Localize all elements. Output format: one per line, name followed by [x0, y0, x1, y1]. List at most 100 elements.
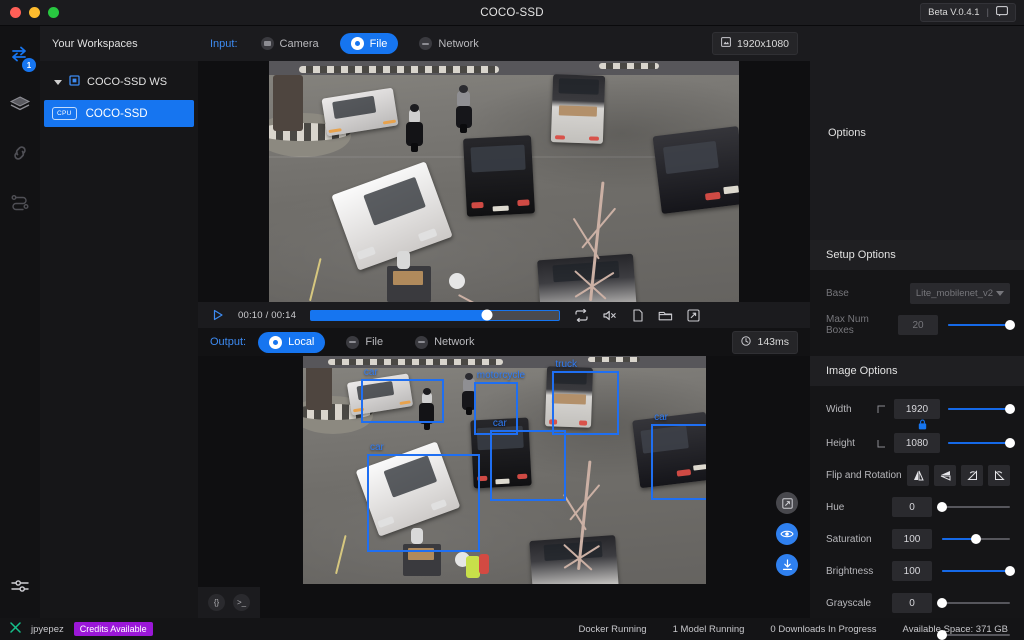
base-select[interactable]: Lite_mobilenet_v2 — [910, 283, 1010, 304]
output-tab-file[interactable]: File — [335, 332, 394, 353]
detection-overlay: carmotorcycletruckcarcarcar — [303, 356, 706, 584]
input-tab-network-label: Network — [438, 38, 478, 50]
input-tab-file[interactable]: File — [340, 33, 399, 54]
minimize-window-button[interactable] — [29, 7, 40, 18]
network-icon — [419, 37, 432, 50]
credits-badge[interactable]: Credits Available — [74, 622, 153, 636]
detection-label: car — [654, 412, 668, 423]
maximize-window-button[interactable] — [48, 7, 59, 18]
volume-muted-icon[interactable] — [603, 309, 618, 322]
input-tab-camera[interactable]: Camera — [250, 33, 330, 54]
adjust-slider[interactable] — [942, 497, 1010, 517]
output-tab-local-label: Local — [288, 336, 314, 348]
input-resolution-badge[interactable]: 1920x1080 — [712, 32, 798, 55]
output-tab-local[interactable]: Local — [258, 332, 325, 353]
camera-icon — [261, 37, 274, 50]
workspaces-header: Your Workspaces — [40, 26, 198, 61]
adjust-slider[interactable] — [942, 593, 1010, 613]
output-label: Output: — [210, 336, 246, 348]
input-resolution-label: 1920x1080 — [737, 38, 789, 50]
max-num-boxes-slider[interactable] — [948, 315, 1010, 335]
file-radio-icon — [351, 37, 364, 50]
workspaces-panel: Your Workspaces COCO-SSD WS CPU COCO-SSD — [40, 26, 198, 618]
adjust-slider[interactable] — [942, 561, 1010, 581]
detection-label: car — [493, 418, 507, 429]
flip-horizontal-icon[interactable] — [907, 465, 929, 486]
option-row-flip-rotation: Flip and Rotation — [826, 462, 1010, 488]
beta-separator: | — [987, 7, 989, 18]
adjust-value[interactable]: 0 — [892, 497, 932, 517]
output-floating-actions — [776, 492, 798, 576]
json-braces-icon[interactable]: {} — [208, 594, 225, 611]
option-row-hue: Hue0 — [826, 494, 1010, 520]
adjust-label: Grayscale — [826, 598, 892, 609]
adjust-value[interactable]: 100 — [892, 529, 932, 549]
lock-linked-icon[interactable] — [918, 417, 927, 435]
input-toolbar: Input: Camera File Network — [198, 26, 810, 61]
local-radio-icon — [269, 336, 282, 349]
link-chain-icon[interactable] — [5, 138, 35, 168]
detection-label: car — [370, 442, 384, 453]
option-row-max-num-boxes: Max Num Boxes 20 — [826, 312, 1010, 338]
close-window-button[interactable] — [10, 7, 21, 18]
rail-bottom-group — [0, 577, 40, 600]
width-slider[interactable] — [948, 399, 1010, 419]
sliders-settings-icon[interactable] — [10, 577, 30, 600]
height-slider[interactable] — [948, 433, 1010, 453]
flip-vertical-icon[interactable] — [934, 465, 956, 486]
options-header: Options — [810, 26, 1024, 240]
video-progress-slider[interactable] — [310, 310, 560, 321]
adjust-slider[interactable] — [942, 625, 1010, 640]
adjust-value[interactable]: 0 — [892, 593, 932, 613]
file-icon — [346, 336, 359, 349]
output-tab-network[interactable]: Network — [404, 332, 485, 353]
file-page-icon[interactable] — [632, 309, 644, 322]
status-downloads: 0 Downloads In Progress — [770, 624, 876, 635]
detection-box: car — [651, 424, 705, 499]
rotate-right-icon[interactable] — [988, 465, 1010, 486]
detection-box: car — [361, 379, 444, 423]
max-num-boxes-value[interactable]: 20 — [898, 315, 938, 335]
expand-arrow-icon[interactable] — [776, 492, 798, 514]
workspace-item-label: COCO-SSD — [86, 108, 148, 120]
status-user: jpyepez — [31, 624, 64, 635]
workspace-group-row[interactable]: COCO-SSD WS — [40, 71, 198, 93]
beta-version-badge[interactable]: Beta V.0.4.1 | — [920, 3, 1016, 22]
chat-bubble-icon[interactable] — [996, 6, 1008, 20]
beta-version-label: Beta V.0.4.1 — [928, 7, 979, 18]
status-bar: jpyepez Credits Available Docker Running… — [0, 618, 1024, 640]
input-tab-camera-label: Camera — [280, 38, 319, 50]
detection-label: motorcycle — [477, 370, 525, 381]
adjust-slider[interactable] — [942, 529, 1010, 549]
input-video-viewport[interactable] — [198, 61, 810, 302]
pipeline-flow-icon[interactable] — [5, 187, 35, 217]
status-docker: Docker Running — [578, 624, 646, 635]
setup-options-title: Setup Options — [810, 240, 1024, 270]
layers-stack-icon[interactable] — [5, 89, 35, 119]
eye-visibility-icon[interactable] — [776, 523, 798, 545]
chevron-down-icon[interactable] — [54, 80, 62, 85]
base-select-value: Lite_mobilenet_v2 — [916, 288, 993, 299]
workspace-item-coco-ssd[interactable]: CPU COCO-SSD — [44, 100, 194, 127]
adjust-label: Saturation — [826, 534, 892, 545]
output-video-viewport[interactable]: carmotorcycletruckcarcarcar {} >_ — [198, 356, 810, 618]
output-tab-network-label: Network — [434, 336, 474, 348]
adjust-value[interactable]: 100 — [892, 561, 932, 581]
download-icon[interactable] — [776, 554, 798, 576]
network-icon — [415, 336, 428, 349]
detection-label: truck — [555, 359, 577, 370]
width-value[interactable]: 1920 — [894, 399, 940, 419]
workspace-group-label: COCO-SSD WS — [87, 76, 167, 88]
folder-open-icon[interactable] — [658, 309, 673, 322]
transfer-arrows-icon[interactable]: 1 — [5, 40, 35, 70]
base-label: Base — [826, 288, 910, 299]
rotate-left-icon[interactable] — [961, 465, 983, 486]
input-tab-network[interactable]: Network — [408, 33, 489, 54]
option-row-brightness: Brightness100 — [826, 558, 1010, 584]
play-icon[interactable] — [212, 309, 224, 321]
height-value[interactable]: 1080 — [894, 433, 940, 453]
loop-repeat-icon[interactable] — [574, 309, 589, 322]
output-corner-tools: {} >_ — [198, 587, 260, 618]
fullscreen-expand-icon[interactable] — [687, 309, 700, 322]
terminal-prompt-icon[interactable]: >_ — [233, 594, 250, 611]
